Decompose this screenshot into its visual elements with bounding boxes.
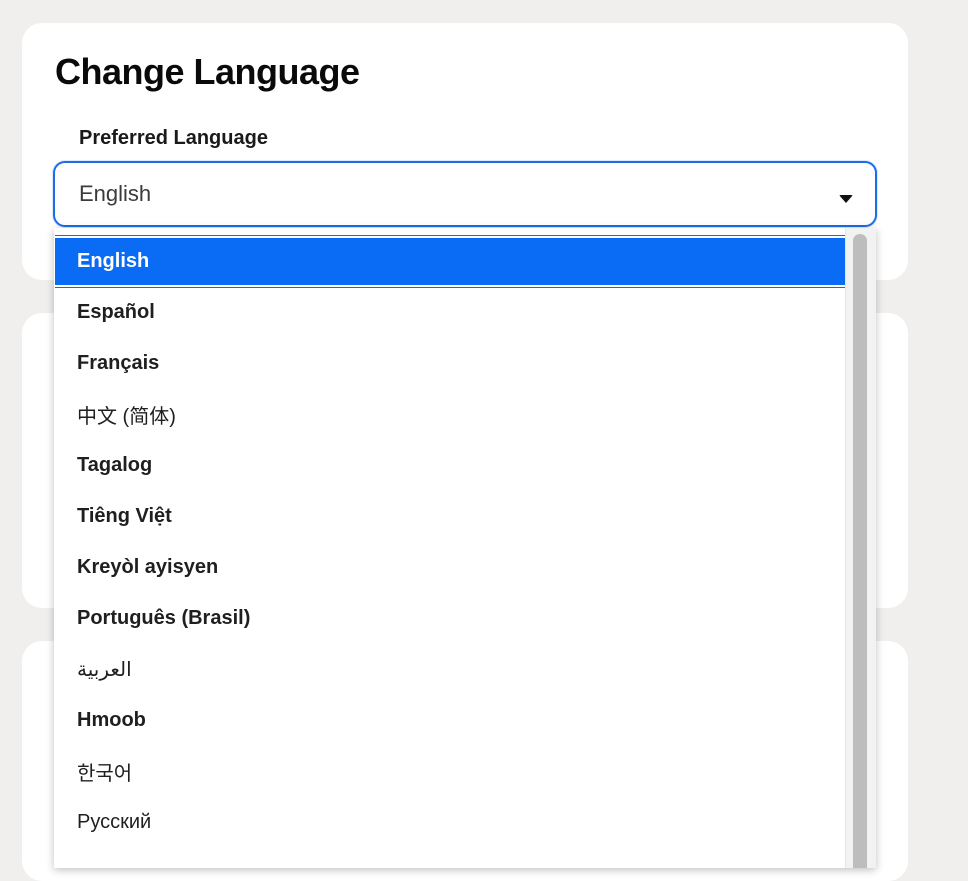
preferred-language-label: Preferred Language [79,127,268,149]
language-option-english[interactable]: English [55,236,845,287]
language-option-espanol[interactable]: Español [55,287,845,338]
language-option-tagalog[interactable]: Tagalog [55,440,845,491]
language-option-hmong[interactable]: Hmoob [55,695,845,746]
language-options: English Español Français 中文 (简体) Tagalog… [55,236,845,848]
language-option-chinese-simplified[interactable]: 中文 (简体) [55,389,845,440]
caret-down-icon [839,195,853,203]
language-option-russian[interactable]: Русский [55,797,845,848]
language-option-vietnamese[interactable]: Tiêng Việt [55,491,845,542]
scrollbar-thumb[interactable] [853,234,867,868]
language-option-francais[interactable]: Français [55,338,845,389]
language-option-haitian-creole[interactable]: Kreyòl ayisyen [55,542,845,593]
language-option-korean[interactable]: 한국어 [55,746,845,797]
language-option-arabic[interactable]: العربية [55,644,845,695]
dropdown-scrollbar[interactable] [845,228,876,868]
language-dropdown-list[interactable]: English Español Français 中文 (简体) Tagalog… [54,228,876,868]
language-select-value: English [79,181,152,206]
language-option-portuguese-brazil[interactable]: Português (Brasil) [55,593,845,644]
page-title: Change Language [55,51,360,92]
language-select[interactable]: English [53,161,877,227]
